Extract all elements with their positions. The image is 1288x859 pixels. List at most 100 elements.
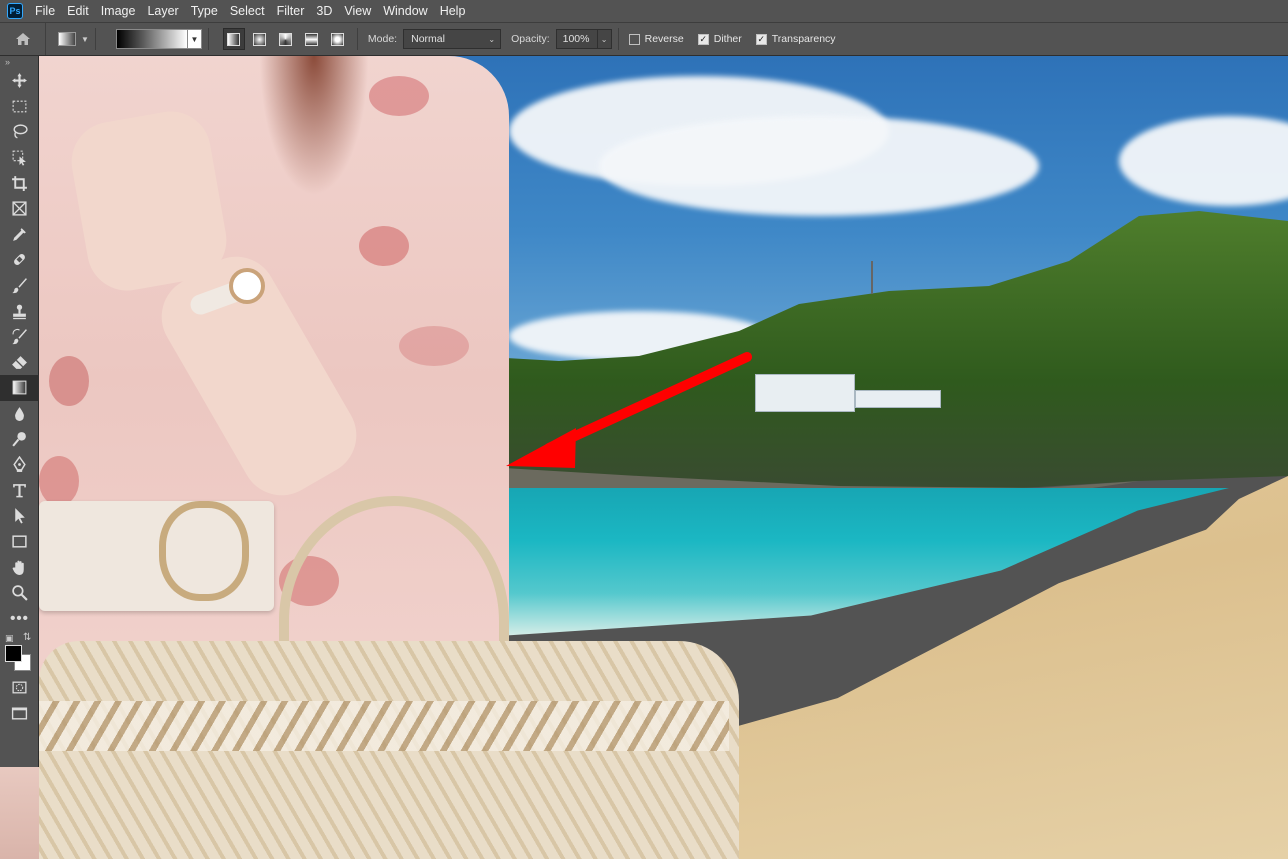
options-bar: ▼ ▼ Mode: Normal ⌄ Opacity: 100% ⌄ Rever… [0, 22, 1288, 56]
linear-gradient-icon [227, 32, 241, 46]
clone-stamp-tool[interactable] [0, 298, 39, 324]
foreground-color-swatch[interactable] [5, 645, 22, 663]
linear-gradient-button[interactable] [222, 28, 245, 50]
quick-mask-icon [12, 681, 27, 694]
menu-select[interactable]: Select [224, 4, 271, 18]
home-button[interactable] [0, 23, 46, 55]
path-selection-tool[interactable] [0, 503, 39, 529]
home-icon [15, 33, 30, 45]
floral-print [39, 456, 79, 506]
divider [207, 28, 209, 50]
gold-buckle [159, 501, 249, 601]
dither-checkbox[interactable]: ✓ Dither [697, 33, 742, 45]
gradient-tool[interactable] [0, 375, 39, 401]
type-tool[interactable] [0, 478, 39, 504]
radial-gradient-button[interactable] [249, 28, 271, 50]
floral-print [369, 76, 429, 116]
document-canvas[interactable] [39, 56, 1288, 859]
checkmark-icon: ✓ [697, 33, 709, 45]
move-icon [12, 73, 27, 89]
quick-mask-button[interactable] [0, 675, 39, 701]
menu-help[interactable]: Help [434, 4, 472, 18]
stamp-icon [13, 304, 26, 319]
menu-file[interactable]: File [29, 4, 61, 18]
collapse-toolbar-icon[interactable]: » [0, 56, 38, 68]
crop-tool[interactable] [0, 170, 39, 196]
lasso-tool[interactable] [0, 119, 39, 145]
marquee-tool[interactable] [0, 94, 39, 120]
canvas-left-edge [0, 767, 39, 859]
menu-view[interactable]: View [338, 4, 377, 18]
eraser-icon [12, 355, 27, 369]
brush-tool[interactable] [0, 273, 39, 299]
mode-value: Normal [411, 33, 445, 45]
mode-label: Mode: [367, 33, 398, 45]
eyedropper-icon [13, 227, 26, 241]
angle-gradient-icon [279, 32, 293, 46]
marquee-icon [12, 100, 27, 113]
swap-colors-icon[interactable]: ⇅ [23, 632, 31, 643]
reverse-checkbox-box [628, 33, 640, 45]
gradient-editor-swatch[interactable] [115, 29, 188, 49]
menu-bar: Ps File Edit Image Layer Type Select Fil… [0, 0, 1288, 22]
dodge-tool[interactable] [0, 426, 39, 452]
checkmark-icon: ✓ [755, 33, 767, 45]
gradient-type-group [221, 28, 351, 50]
opacity-label: Opacity: [511, 33, 550, 45]
menu-window[interactable]: Window [377, 4, 433, 18]
menu-edit[interactable]: Edit [61, 4, 95, 18]
reflected-gradient-button[interactable] [301, 28, 323, 50]
brush-icon [12, 278, 27, 294]
pen-tool[interactable] [0, 452, 39, 478]
path-selection-arrow-icon [15, 508, 25, 524]
blur-tool[interactable] [0, 401, 39, 427]
object-selection-tool[interactable] [0, 145, 39, 171]
rectangle-tool[interactable] [0, 529, 39, 555]
screen-mode-icon [11, 707, 28, 720]
reverse-checkbox[interactable]: Reverse [628, 33, 684, 45]
color-swatches: ▣ ⇅ [0, 631, 39, 675]
opacity-input[interactable]: 100% [555, 29, 598, 49]
edit-toolbar-button[interactable]: ••• [0, 605, 39, 631]
hillside-hotel-annex [855, 390, 941, 408]
transparency-checkbox[interactable]: ✓ Transparency [755, 33, 836, 45]
menu-layer[interactable]: Layer [141, 4, 184, 18]
menu-image[interactable]: Image [95, 4, 142, 18]
menu-type[interactable]: Type [185, 4, 224, 18]
radial-gradient-icon [253, 32, 267, 46]
frame-tool[interactable] [0, 196, 39, 222]
menu-3d[interactable]: 3D [310, 4, 338, 18]
transparency-label: Transparency [771, 33, 836, 45]
screen-mode-button[interactable] [0, 701, 39, 727]
divider [94, 28, 96, 50]
move-tool[interactable] [0, 68, 39, 94]
dither-label: Dither [713, 33, 742, 45]
rectangle-icon [12, 535, 27, 548]
divider [617, 28, 619, 50]
floral-print [359, 226, 409, 266]
pen-icon [13, 456, 26, 473]
healing-brush-tool[interactable] [0, 247, 39, 273]
dodge-icon [12, 431, 26, 447]
angle-gradient-button[interactable] [275, 28, 297, 50]
gradient-preset-icon [58, 32, 76, 46]
history-brush-icon [12, 329, 27, 345]
eraser-tool[interactable] [0, 350, 39, 376]
mode-select[interactable]: Normal ⌄ [403, 29, 502, 49]
woven-basket-band [39, 701, 729, 751]
hair [259, 56, 369, 196]
crop-icon [12, 175, 27, 191]
history-brush-tool[interactable] [0, 324, 39, 350]
hand-tool[interactable] [0, 554, 39, 580]
default-colors-icon[interactable]: ▣ [5, 633, 14, 644]
object-selection-icon [12, 150, 26, 166]
zoom-tool[interactable] [0, 580, 39, 606]
eyedropper-tool[interactable] [0, 222, 39, 248]
diamond-gradient-button[interactable] [327, 28, 349, 50]
gradient-dropdown-chevron-icon[interactable]: ▼ [187, 29, 202, 49]
tool-preset-picker[interactable]: ▼ [58, 32, 89, 46]
opacity-slider-chevron-icon[interactable]: ⌄ [597, 29, 612, 49]
chevron-down-icon: ⌄ [488, 34, 496, 44]
menu-filter[interactable]: Filter [271, 4, 311, 18]
hand-icon [12, 560, 24, 575]
